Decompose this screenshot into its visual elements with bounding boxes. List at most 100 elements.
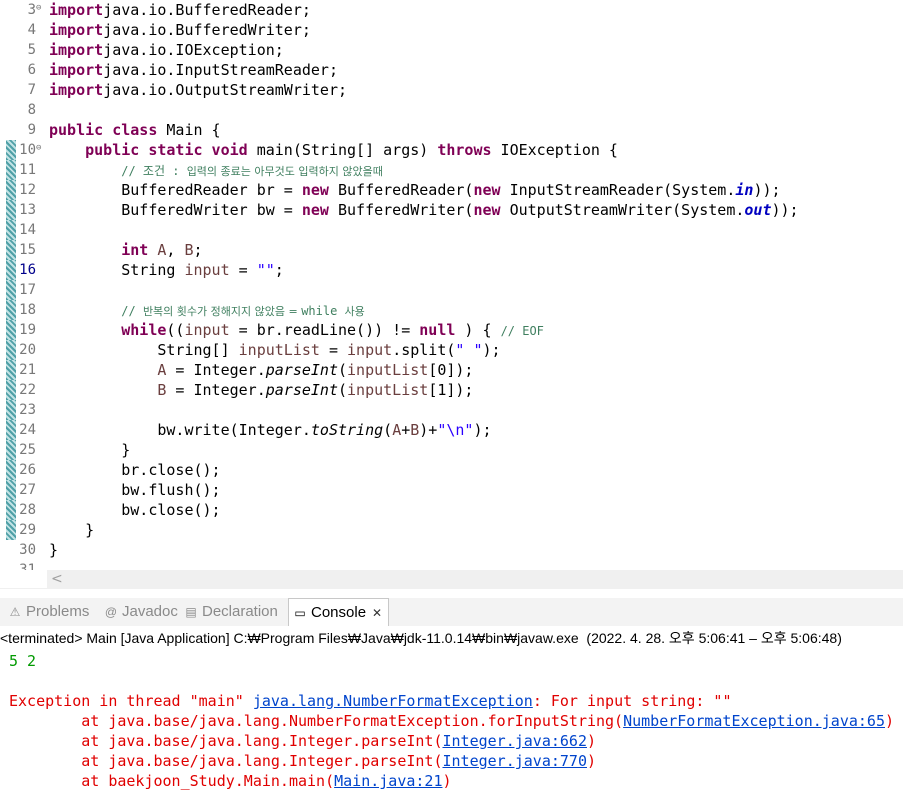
console-icon: ▭ [294,606,306,620]
tab-declaration[interactable]: ▤ Declaration [184,598,278,626]
comment: 반복의 횟수가 정해지지 않았음 = [142,305,302,318]
code-token: parseInt [265,381,338,399]
code-line[interactable]: 12 BufferedReader br = new BufferedReade… [0,180,903,200]
code-text: } [49,540,58,560]
line-number: 18 [19,302,36,318]
code-token: java.io.InputStreamReader; [103,61,338,79]
code-token: .split( [392,341,456,359]
code-text: int A, B; [49,240,202,260]
code-line[interactable]: 8 [0,100,903,120]
code-token: = [319,341,348,359]
line-number: 3 [27,2,36,18]
tab-console[interactable]: ▭ Console ✕ [288,598,390,626]
code-line[interactable]: 7 importjava.io.OutputStreamWriter; [0,80,903,100]
code-line[interactable]: 28 bw.close(); [0,500,903,520]
code-line[interactable]: 27 bw.flush(); [0,480,903,500]
code-line[interactable]: 13 BufferedWriter bw = new BufferedWrite… [0,200,903,220]
code-line[interactable]: 6 importjava.io.InputStreamReader; [0,60,903,80]
code-line[interactable]: 5 importjava.io.IOException; [0,40,903,60]
view-tab-bar: ⚠ Problems @ Javadoc ▤ Declaration ▭ Console ✕ [0,598,903,626]
declaration-icon: ▤ [185,605,197,619]
code-text: bw.flush(); [49,480,220,500]
tab-label: Declaration [202,603,278,620]
code-token: B [410,421,420,439]
console-output: 5 2 Exception in thread "main" java.lang… [0,648,903,798]
code-token: toString [310,421,384,439]
code-line[interactable]: 30} [0,540,903,560]
fold-icon[interactable]: ⊖ [36,0,41,16]
comment: // [121,304,143,318]
line-number: 4 [27,22,36,38]
stack-trace-link[interactable]: java.lang.NumberFormatException [253,692,533,710]
code-token: String[] [49,341,239,359]
code-token: input [184,261,230,279]
code-line[interactable]: 17 [0,280,903,300]
code-line[interactable]: 23 [0,400,903,420]
code-token: parseInt [265,361,338,379]
code-token: )); [753,181,781,199]
code-line[interactable]: 14 [0,220,903,240]
code-line[interactable]: 11 // 조건 : 입력의 종료는 아무것도 입력하지 않았을때 [0,160,903,180]
code-text: // 조건 : 입력의 종료는 아무것도 입력하지 않았을때 [49,160,383,182]
code-line[interactable]: 25 } [0,440,903,460]
tab-javadoc[interactable]: @ Javadoc [104,598,178,626]
stack-trace-link[interactable]: Integer.java:770 [442,752,587,770]
line-number: 25 [19,442,36,458]
code-line[interactable]: 10 ⊖ public static void main(String[] arg… [0,140,903,160]
code-token: B [184,241,194,259]
keyword: int [121,241,149,259]
string-literal: "\n" [437,421,474,439]
tab-label: Problems [26,603,90,620]
stack-trace-link[interactable]: Main.java:21 [334,772,442,790]
code-line[interactable]: 4 importjava.io.BufferedWriter; [0,20,903,40]
code-token: } [49,441,131,459]
horizontal-scrollbar[interactable]: < [47,570,903,588]
code-token: } [49,521,95,539]
line-number: 8 [27,102,36,118]
code-line[interactable]: 21 A = Integer.parseInt(inputList[0]); [0,360,903,380]
code-editor[interactable]: 3 ⊖ importjava.io.BufferedReader; 4 importja… [0,0,903,570]
code-line[interactable]: 26 br.close(); [0,460,903,480]
scroll-left-icon[interactable]: < [51,570,63,588]
close-icon[interactable]: ✕ [372,606,382,620]
keyword: public class [49,121,158,139]
code-line[interactable]: 29 } [0,520,903,540]
stack-trace-link[interactable]: NumberFormatException.java:65 [623,712,885,730]
code-token: [1]); [428,381,474,399]
code-line[interactable]: 19 while((input = br.readLine()) != null… [0,320,903,340]
code-token: = br.readLine()) != [229,321,420,339]
keyword: new [473,181,501,199]
code-line[interactable]: 20 String[] inputList = input.split(" ")… [0,340,903,360]
code-line[interactable]: 31 [0,560,903,570]
code-line[interactable]: 9 public class Main { [0,120,903,140]
code-token: BufferedReader br = [49,181,302,199]
code-token: BufferedWriter bw = [49,201,302,219]
tab-problems[interactable]: ⚠ Problems [8,598,90,626]
code-line[interactable]: 18 // 반복의 횟수가 정해지지 않았음 = while 사용 [0,300,903,320]
fold-icon[interactable]: ⊖ [36,140,41,156]
keyword: import [49,21,104,39]
code-line[interactable]: 16 String input = ""; [0,260,903,280]
code-line[interactable]: 24 bw.write(Integer.toString(A+B)+"\n"); [0,420,903,440]
code-token: ( [338,381,348,399]
stack-trace-link[interactable]: Integer.java:662 [442,732,587,750]
code-token: main(String[] args) [247,141,438,159]
code-line[interactable]: 15 int A, B; [0,240,903,260]
console-error-line: Exception in thread "main" java.lang.Num… [9,692,732,710]
code-line[interactable]: 22 B = Integer.parseInt(inputList[1]); [0,380,903,400]
keyword: import [49,81,104,99]
string-literal: "" [256,261,275,279]
code-token: OutputStreamWriter(System. [500,201,745,219]
keyword: while [121,321,167,339]
code-text: String input = ""; [49,260,284,280]
code-text: A = Integer.parseInt(inputList[0]); [49,360,473,380]
comment: 입력의 종료는 아무것도 입력하지 않았을때 [186,165,383,178]
line-number: 10 [19,142,36,158]
code-text: br.close(); [49,460,220,480]
code-line[interactable]: 3 ⊖ importjava.io.BufferedReader; [0,0,903,20]
code-token: java.io.OutputStreamWriter; [103,81,348,99]
line-number: 13 [19,202,36,218]
